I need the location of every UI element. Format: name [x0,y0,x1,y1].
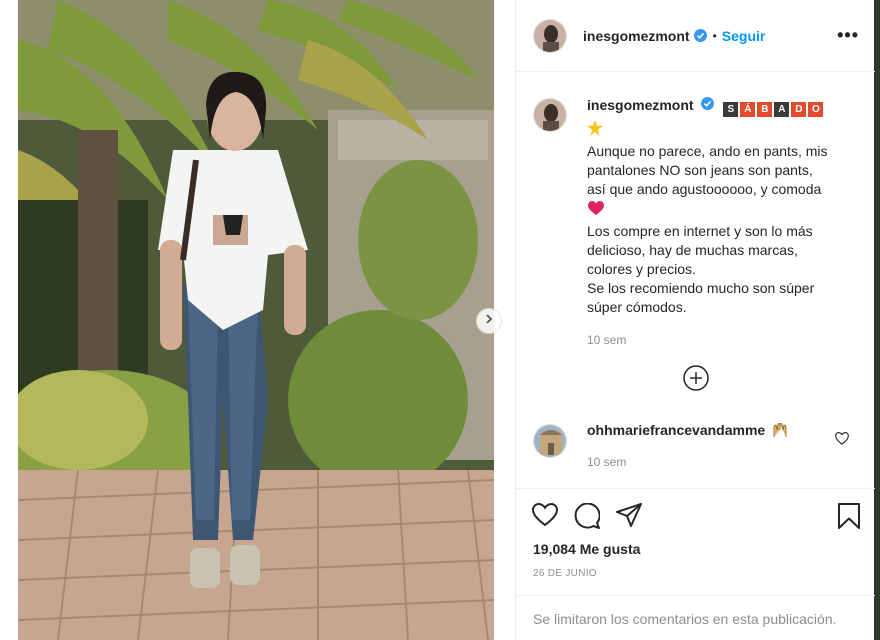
letter-tile: B [757,102,773,117]
commenter-username[interactable]: ohhmariefrancevandamme [587,422,765,438]
caption-line: así que ando agustoooooo, y comoda [587,181,822,197]
letter-tile: O [808,102,824,117]
post-photo-illustration [18,0,494,640]
post-caption: inesgomezmont S Á B A D O Aunque no pare… [533,96,863,350]
letter-tile: A [774,102,790,117]
author-avatar[interactable] [533,18,567,53]
verified-badge-icon [693,29,707,42]
letter-tile: D [791,102,807,117]
caption-line: Aunque no parece, ando en pants, mis [587,143,828,159]
comment-body: ohhmariefrancevandamme 10 sem [587,422,788,469]
load-more-comments-button[interactable] [682,364,710,392]
comment-timestamp[interactable]: 10 sem [587,455,788,469]
letter-tile: Á [740,102,756,117]
next-photo-button[interactable] [476,308,502,334]
follow-button[interactable]: Seguir [722,28,766,44]
post-photo[interactable] [18,0,494,640]
comment-item: ohhmariefrancevandamme 10 sem [533,422,863,469]
verified-badge-icon [701,97,715,110]
caption-text-block: inesgomezmont S Á B A D O Aunque no pare… [587,96,828,350]
letter-tile: S [723,102,739,117]
caption-line: Se los recomiendo mucho son súper [587,280,815,296]
caption-line: Los compre en internet y son lo más [587,223,813,239]
caption-username[interactable]: inesgomezmont [587,97,694,113]
comment-heart-icon[interactable] [835,432,849,450]
separator-dot: • [712,28,717,43]
caption-line: súper cómodos. [587,299,687,315]
post-details-panel: inesgomezmont • Seguir ••• inesgomezmont… [515,0,875,640]
post-actions-section: 19,084 Me gusta 26 DE JUNIO Se limitaron… [516,488,875,640]
commenter-avatar[interactable] [533,424,567,458]
author-username[interactable]: inesgomezmont [583,28,690,44]
sabado-letter-tiles: S Á B A D O [723,102,824,117]
bookmark-icon[interactable] [837,503,861,534]
comments-limited-notice: Se limitaron los comentarios en esta pub… [516,595,875,640]
heart-icon[interactable] [531,502,559,534]
post-header: inesgomezmont • Seguir ••• [516,0,875,72]
raising-hands-emoji-icon [772,422,788,441]
caption-line: colores y precios. [587,261,696,277]
plus-circle-icon [682,365,710,396]
paper-plane-icon[interactable] [616,503,642,534]
caption-author-avatar[interactable] [533,98,567,132]
chevron-right-icon [483,312,495,330]
caption-timestamp[interactable]: 10 sem [587,331,828,350]
post-date[interactable]: 26 DE JUNIO [533,568,597,579]
sparkle-star-icon [587,120,828,141]
caption-line: delicioso, hay de muchas marcas, [587,242,798,258]
more-options-icon[interactable]: ••• [837,25,859,46]
action-icon-row [531,502,642,534]
comment-bubble-icon[interactable] [574,502,601,534]
page-margin [0,0,18,640]
likes-count[interactable]: 19,084 Me gusta [533,541,640,557]
caption-line: pantalones NO son jeans son pants, [587,162,813,178]
red-heart-icon [588,201,828,221]
